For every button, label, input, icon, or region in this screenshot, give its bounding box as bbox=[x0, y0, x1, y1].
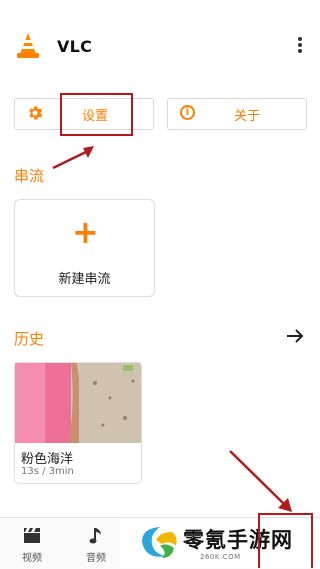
video-meta: 13s / 3min bbox=[21, 466, 74, 477]
arrow-right-icon[interactable] bbox=[286, 328, 304, 344]
stream-section-title: 串流 bbox=[14, 167, 45, 185]
watermark-logo-icon bbox=[142, 527, 177, 558]
about-label: 关于 bbox=[234, 109, 261, 124]
info-icon: i bbox=[180, 105, 195, 120]
watermark-subtext: 260K.COM bbox=[200, 553, 241, 561]
nav-video-label[interactable]: 视频 bbox=[2, 549, 62, 564]
gear-icon bbox=[29, 106, 43, 120]
vlc-logo-icon bbox=[17, 33, 39, 58]
nav-audio-label[interactable]: 音频 bbox=[66, 549, 126, 564]
history-section-title: 历史 bbox=[14, 330, 45, 348]
app-title: VLC bbox=[57, 37, 93, 56]
annotation-arrow-icon bbox=[52, 146, 94, 170]
new-stream-label: 新建串流 bbox=[58, 272, 111, 287]
more-options-icon[interactable] bbox=[292, 37, 308, 57]
annotation-arrow-icon bbox=[229, 450, 292, 512]
music-note-icon[interactable] bbox=[88, 527, 104, 545]
annotation-highlight-settings bbox=[60, 93, 133, 136]
video-title: 粉色海洋 bbox=[21, 452, 74, 467]
plus-icon: + bbox=[72, 213, 99, 251]
annotation-highlight-bottom bbox=[258, 513, 313, 568]
video-thumbnail bbox=[15, 363, 141, 443]
film-clapper-icon[interactable] bbox=[23, 527, 41, 544]
